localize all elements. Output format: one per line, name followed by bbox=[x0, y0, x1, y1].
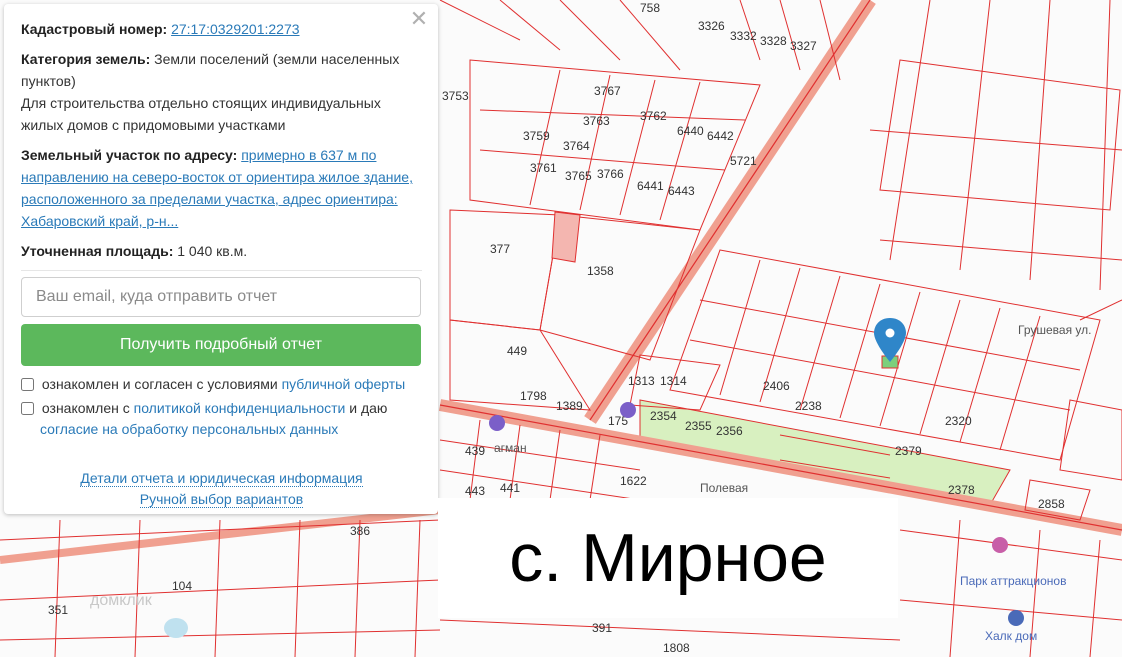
street-label: Полевая bbox=[700, 481, 748, 495]
panel-footer: Детали отчета и юридическая информация Р… bbox=[21, 468, 422, 510]
map-label: 3763 bbox=[583, 114, 610, 128]
divider bbox=[21, 270, 422, 271]
map-label: 3326 bbox=[698, 19, 725, 33]
privacy-consent-checkbox[interactable] bbox=[21, 402, 34, 415]
map-label: 1622 bbox=[620, 474, 647, 488]
map-label: 3753 bbox=[442, 89, 469, 103]
area-row: Уточненная площадь: 1 040 кв.м. bbox=[21, 240, 422, 262]
category-label: Категория земель: bbox=[21, 51, 151, 67]
map-label: 2238 bbox=[795, 399, 822, 413]
map-label: 2356 bbox=[716, 424, 743, 438]
village-caption: с. Мирное bbox=[438, 498, 898, 618]
area-value: 1 040 кв.м. bbox=[177, 243, 248, 259]
street-label: агман bbox=[494, 441, 527, 455]
map-label: 2379 bbox=[895, 444, 922, 458]
category-row: Категория земель: Земли поселений (земли… bbox=[21, 48, 422, 136]
email-input[interactable] bbox=[21, 277, 421, 317]
map-label: 3332 bbox=[730, 29, 757, 43]
map-label: 3328 bbox=[760, 34, 787, 48]
map-label: 104 bbox=[172, 579, 192, 593]
area-label: Уточненная площадь: bbox=[21, 243, 174, 259]
map-label: 441 bbox=[500, 481, 520, 495]
offer-link[interactable]: публичной оферты bbox=[282, 376, 406, 392]
map-label: 449 bbox=[507, 344, 527, 358]
offer-consent-text: ознакомлен и согласен с условиями bbox=[41, 376, 278, 392]
map-label: 2378 bbox=[948, 483, 975, 497]
map-label: 351 bbox=[48, 603, 68, 617]
map-label: 391 bbox=[592, 621, 612, 635]
map-label: 5721 bbox=[730, 154, 757, 168]
cadastral-row: Кадастровый номер: 27:17:0329201:2273 bbox=[21, 18, 422, 40]
map-label: 377 bbox=[490, 242, 510, 256]
poi-label: Халк дом bbox=[985, 629, 1037, 643]
map-label: 1313 bbox=[628, 374, 655, 388]
map-label: 3767 bbox=[594, 84, 621, 98]
watermark: домклик bbox=[90, 592, 153, 609]
map-label: 6440 bbox=[677, 124, 704, 138]
map-label: 3761 bbox=[530, 161, 557, 175]
map-label: 439 bbox=[465, 444, 485, 458]
street-label: Грушевая ул. bbox=[1018, 323, 1091, 337]
get-report-button[interactable]: Получить подробный отчет bbox=[21, 324, 421, 366]
pond bbox=[164, 618, 188, 638]
map-label: 2320 bbox=[945, 414, 972, 428]
map-label: 758 bbox=[640, 1, 660, 15]
map-label: 6442 bbox=[707, 129, 734, 143]
map-label: 3764 bbox=[563, 139, 590, 153]
usage-text: Для строительства отдельно стоящих индив… bbox=[21, 95, 381, 133]
map-label: 386 bbox=[350, 524, 370, 538]
map-label: 3762 bbox=[640, 109, 667, 123]
privacy-policy-link[interactable]: политикой конфиденциальности bbox=[134, 400, 346, 416]
cadastral-label: Кадастровый номер: bbox=[21, 21, 168, 37]
map-label: 3766 bbox=[597, 167, 624, 181]
offer-consent: ознакомлен и согласен с условиями публич… bbox=[21, 374, 422, 395]
map-label: 1808 bbox=[663, 641, 690, 655]
address-label: Земельный участок по адресу: bbox=[21, 147, 238, 163]
address-row: Земельный участок по адресу: примерно в … bbox=[21, 144, 422, 232]
map-label: 3327 bbox=[790, 39, 817, 53]
report-details-link[interactable]: Детали отчета и юридическая информация bbox=[80, 470, 363, 487]
map-label: 3759 bbox=[523, 129, 550, 143]
parcel-info-panel: ✕ Кадастровый номер: 27:17:0329201:2273 … bbox=[4, 4, 438, 514]
map-label: 3765 bbox=[565, 169, 592, 183]
map-label: 1358 bbox=[587, 264, 614, 278]
map-label: 6443 bbox=[668, 184, 695, 198]
close-icon[interactable]: ✕ bbox=[408, 8, 430, 30]
data-processing-link[interactable]: согласие на обработку персональных данны… bbox=[40, 421, 338, 437]
map-label: 1389 bbox=[556, 399, 583, 413]
manual-selection-link[interactable]: Ручной выбор вариантов bbox=[139, 491, 304, 508]
privacy-consent: ознакомлен с политикой конфиденциальност… bbox=[21, 398, 422, 440]
privacy-consent-text-a: ознакомлен с bbox=[41, 400, 130, 416]
poi-label: Парк аттракционов bbox=[960, 574, 1066, 588]
map-label: 2406 bbox=[763, 379, 790, 393]
cadastral-number-link[interactable]: 27:17:0329201:2273 bbox=[171, 21, 299, 37]
map-label: 6441 bbox=[637, 179, 664, 193]
map-label: 2355 bbox=[685, 419, 712, 433]
map-label: 1798 bbox=[520, 389, 547, 403]
map-label: 443 bbox=[465, 484, 485, 498]
map-label: 2354 bbox=[650, 409, 677, 423]
map-label: 2858 bbox=[1038, 497, 1065, 511]
privacy-consent-text-b: и даю bbox=[349, 400, 388, 416]
marked-parcel bbox=[551, 211, 581, 263]
map-label: 1314 bbox=[660, 374, 687, 388]
offer-consent-checkbox[interactable] bbox=[21, 378, 34, 391]
